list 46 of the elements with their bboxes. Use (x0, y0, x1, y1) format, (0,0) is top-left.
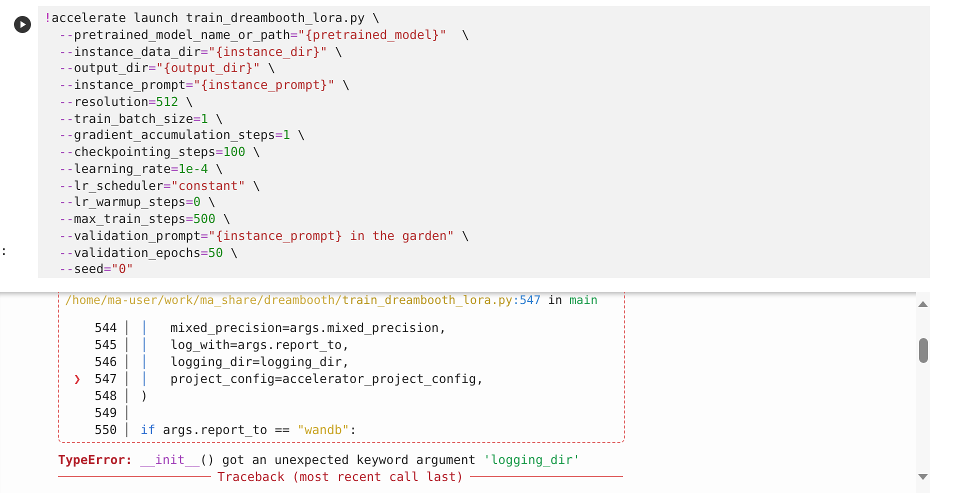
code-line: --instance_data_dir="{instance_dir}" \ (58, 44, 344, 60)
line-number: 547 (94, 370, 118, 387)
code-line: --lr_scheduler="constant" \ (58, 178, 262, 194)
code-line: --instance_prompt="{instance_prompt}" \ (58, 77, 351, 94)
source-line: │ logging_dir=logging_dir, (140, 353, 350, 370)
gutter-line: │ (123, 319, 130, 336)
line-number: 546 (94, 353, 118, 370)
line-number: 544 (94, 319, 118, 336)
code-line: --learning_rate=1e-4 \ (58, 160, 224, 178)
code-line: --pretrained_model_name_or_path="{pretrained_model}" \ (58, 26, 470, 44)
gutter-line: │ (123, 404, 130, 421)
code-line: --lr_warmup_steps=0 \ (58, 194, 217, 211)
source-line: │ log_with=args.report_to, (140, 336, 350, 353)
source-line: │ project_config=accelerator_project_config, (140, 370, 484, 387)
code-line: --validation_epochs=50 \ (58, 244, 239, 262)
scroll-thumb[interactable] (919, 338, 928, 363)
code-line: --validation_prompt="{instance_prompt} in the garden" \ (58, 228, 470, 244)
cell-gutter-mark: : (0, 244, 8, 259)
gutter-line: │ (123, 421, 130, 438)
code-line: --resolution=512 \ (58, 94, 194, 110)
scrollbar[interactable] (916, 292, 930, 493)
line-number: 549 (94, 404, 118, 421)
code-line: --gradient_accumulation_steps=1 \ (58, 127, 306, 144)
code-line: --max_train_steps=500 \ (58, 211, 232, 228)
code-line: !accelerate launch train_dreambooth_lora.py \ (44, 10, 381, 27)
gutter-line: │ (123, 336, 130, 353)
code-line: --train_batch_size=1 \ (58, 110, 224, 128)
line-number: 548 (94, 387, 118, 404)
gutter-line: │ (123, 387, 130, 404)
source-line: ) (140, 387, 148, 404)
source-line: if args.report_to == "wandb": (140, 421, 357, 438)
gutter-line: │ (123, 353, 130, 370)
line-number: 550 (94, 421, 118, 438)
scroll-down-icon[interactable] (918, 474, 928, 480)
current-line-marker: ❯ (72, 370, 82, 387)
code-line: --checkpointing_steps=100 \ (58, 144, 262, 161)
code-line: --seed="0" (58, 261, 135, 278)
source-line: │ mixed_precision=args.mixed_precision, (140, 319, 446, 336)
error-message: TypeError: __init__() got an unexpected keyword argument 'logging_dir' (58, 451, 582, 468)
code-line: --output_dir="{output_dir}" \ (58, 60, 276, 77)
scroll-up-icon[interactable] (918, 301, 928, 307)
frame-location: /home/ma-user/work/ma_share/dreambooth/train_dreambooth_lora.py:547 in main (64, 292, 599, 309)
gutter-line: │ (123, 370, 130, 387)
run-cell-button[interactable] (14, 16, 31, 33)
traceback-title: Traceback (most recent call last) (216, 468, 465, 485)
line-number: 545 (94, 336, 118, 353)
